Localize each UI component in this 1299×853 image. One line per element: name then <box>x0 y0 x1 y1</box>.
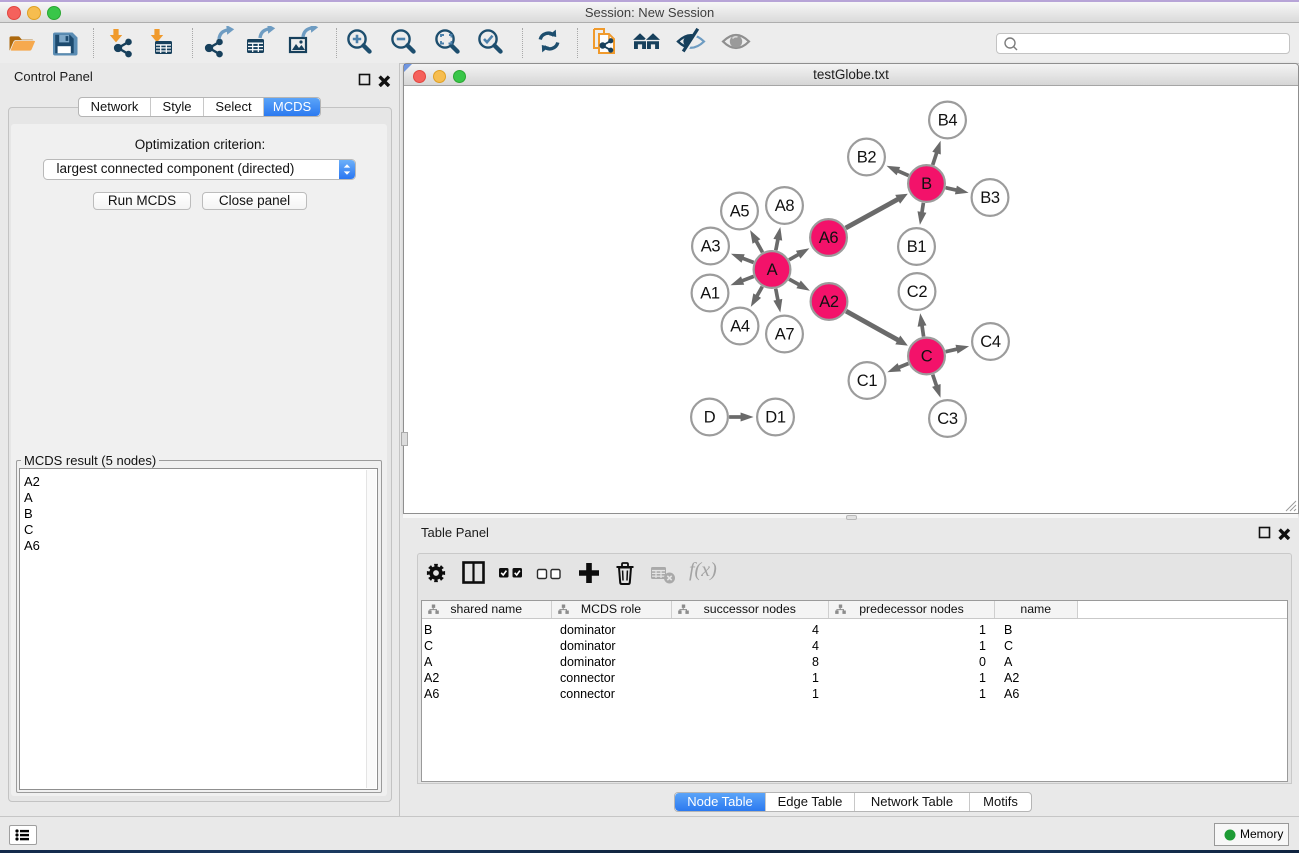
svg-text:C2: C2 <box>907 283 928 301</box>
svg-text:A: A <box>767 261 778 279</box>
svg-text:C3: C3 <box>937 410 958 428</box>
svg-text:A6: A6 <box>819 229 839 247</box>
svg-text:B3: B3 <box>980 189 1000 207</box>
svg-text:A4: A4 <box>730 318 750 336</box>
svg-text:A2: A2 <box>819 293 839 311</box>
svg-text:D1: D1 <box>765 409 786 427</box>
svg-text:B: B <box>921 175 932 193</box>
svg-text:D: D <box>704 409 716 427</box>
svg-text:C: C <box>921 348 933 366</box>
svg-text:A8: A8 <box>775 197 795 215</box>
svg-text:B4: B4 <box>938 112 958 130</box>
svg-text:A5: A5 <box>730 203 750 221</box>
svg-text:A7: A7 <box>775 326 795 344</box>
svg-text:C1: C1 <box>857 372 878 390</box>
svg-text:A3: A3 <box>701 238 721 256</box>
svg-text:C4: C4 <box>980 333 1001 351</box>
svg-text:B1: B1 <box>907 238 927 256</box>
svg-text:A1: A1 <box>700 285 720 303</box>
svg-text:B2: B2 <box>857 149 877 167</box>
